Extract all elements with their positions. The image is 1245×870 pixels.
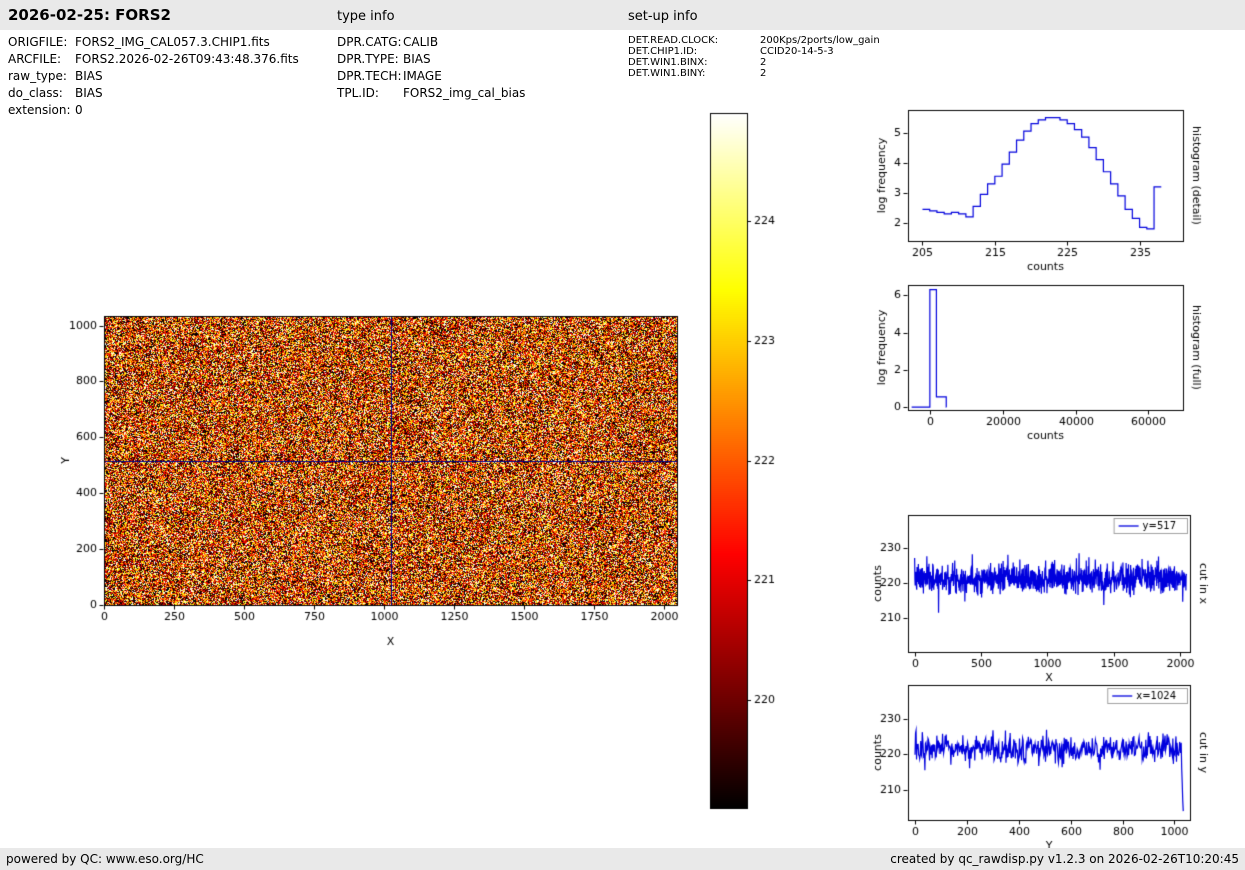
meta-label: DPR.CATG: — [337, 35, 402, 49]
meta-label: DET.READ.CLOCK: — [628, 35, 719, 46]
meta-row: ARCFILE: FORS2.2026-02-26T09:43:48.376.fi… — [8, 51, 299, 68]
meta-row: DPR.TYPE: BIAS — [337, 51, 525, 68]
meta-label: DET.CHIP1.ID: — [628, 46, 698, 57]
colorbar — [710, 113, 747, 808]
meta-row: do_class: BIAS — [8, 85, 299, 102]
meta-value: BIAS — [403, 52, 431, 66]
meta-row: TPL.ID: FORS2_img_cal_bias — [337, 85, 525, 102]
meta-value: CCID20-14-5-3 — [760, 46, 834, 57]
histogram-detail-plot — [908, 110, 1183, 241]
meta-label: TPL.ID: — [337, 86, 379, 100]
meta-label: do_class: — [8, 86, 63, 100]
meta-row: DET.READ.CLOCK: 200Kps/2ports/low_gain — [628, 35, 880, 46]
meta-row: DET.WIN1.BINY: 2 — [628, 68, 880, 79]
meta-value: BIAS — [75, 86, 103, 100]
meta-label: DPR.TYPE: — [337, 52, 399, 66]
cut-in-x-plot — [908, 515, 1190, 652]
meta-value: 2 — [760, 57, 767, 68]
setup-info-block: DET.READ.CLOCK: 200Kps/2ports/low_gain DET… — [628, 35, 880, 79]
meta-row: ORIGFILE: FORS2_IMG_CAL057.3.CHIP1.fits — [8, 34, 299, 51]
page-title: 2026-02-25: FORS2 — [8, 6, 171, 24]
meta-value: 2 — [760, 68, 767, 79]
cut-in-y-plot — [908, 685, 1190, 820]
meta-row: DET.WIN1.BINX: 2 — [628, 57, 880, 68]
meta-label: DET.WIN1.BINY: — [628, 68, 706, 79]
meta-value: 0 — [75, 103, 83, 117]
histogram-full-plot — [908, 285, 1183, 410]
meta-row: DPR.TECH:IMAGE — [337, 68, 525, 85]
meta-value: FORS2_img_cal_bias — [403, 86, 526, 100]
file-info-block: ORIGFILE: FORS2_IMG_CAL057.3.CHIP1.fits AR… — [8, 34, 299, 119]
meta-value: FORS2.2026-02-26T09:43:48.376.fits — [75, 52, 299, 66]
footer-right-text: created by qc_rawdisp.py v1.2.3 on 2026-… — [890, 852, 1239, 866]
header-bar: 2026-02-25: FORS2 type info set-up info — [0, 0, 1245, 30]
type-info-block: DPR.CATG:CALIB DPR.TYPE: BIAS DPR.TECH:IMAG… — [337, 34, 525, 102]
footer-left-text: powered by QC: www.eso.org/HC — [6, 852, 204, 866]
meta-value: 200Kps/2ports/low_gain — [760, 35, 880, 46]
meta-value: BIAS — [75, 69, 103, 83]
meta-value: IMAGE — [403, 69, 442, 83]
meta-row: DPR.CATG:CALIB — [337, 34, 525, 51]
meta-label: extension: — [8, 103, 71, 117]
bias-image-plot — [104, 316, 677, 605]
meta-label: ORIGFILE: — [8, 35, 68, 49]
meta-label: raw_type: — [8, 69, 67, 83]
meta-value: CALIB — [403, 35, 439, 49]
meta-row: extension: 0 — [8, 102, 299, 119]
meta-row: DET.CHIP1.ID: CCID20-14-5-3 — [628, 46, 880, 57]
type-info-heading: type info — [337, 9, 395, 24]
meta-label: DET.WIN1.BINX: — [628, 57, 708, 68]
footer-bar: powered by QC: www.eso.org/HC created by… — [0, 848, 1245, 870]
qc-report-page: 2026-02-25: FORS2 type info set-up info … — [0, 0, 1245, 870]
meta-label: ARCFILE: — [8, 52, 62, 66]
meta-value: FORS2_IMG_CAL057.3.CHIP1.fits — [75, 35, 270, 49]
setup-info-heading: set-up info — [628, 9, 698, 24]
meta-label: DPR.TECH: — [337, 69, 402, 83]
meta-row: raw_type: BIAS — [8, 68, 299, 85]
